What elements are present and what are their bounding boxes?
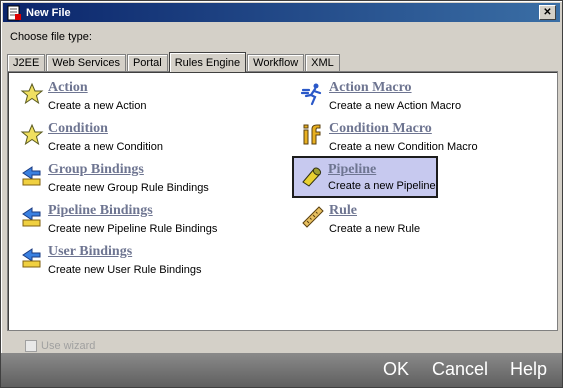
- file-type-name[interactable]: Rule: [329, 203, 357, 219]
- file-type-description: Create a new Action: [48, 100, 147, 112]
- file-type-name[interactable]: Action Macro: [329, 80, 412, 96]
- file-type-description: Create a new Pipeline: [328, 180, 436, 192]
- if-icon: [303, 124, 321, 145]
- new-file-dialog: New File ✕ Choose file type: J2EE Web Se…: [0, 0, 563, 388]
- star-icon: [20, 123, 44, 146]
- file-type-name[interactable]: Pipeline Bindings: [48, 203, 153, 219]
- button-bar: OK Cancel Help: [1, 353, 562, 387]
- window-title: New File: [26, 6, 71, 19]
- help-button[interactable]: Help: [510, 359, 547, 380]
- file-type-name[interactable]: Pipeline: [328, 162, 376, 178]
- close-button[interactable]: ✕: [539, 5, 556, 20]
- file-type-description: Create a new Condition Macro: [329, 141, 478, 153]
- choose-file-type-label: Choose file type:: [10, 31, 92, 43]
- file-type-pipeline[interactable]: Pipeline Create a new Pipeline: [292, 156, 438, 198]
- star-icon: [20, 82, 44, 105]
- file-type-name[interactable]: Group Bindings: [48, 162, 144, 178]
- close-icon: ✕: [543, 7, 552, 18]
- bindings-arrow-icon: [22, 166, 41, 186]
- file-type-description: Create a new Rule: [329, 223, 421, 235]
- file-type-group-bindings[interactable]: Group Bindings Create new Group Rule Bin…: [14, 160, 254, 196]
- tab-workflow[interactable]: Workflow: [247, 54, 305, 71]
- tab-j2ee[interactable]: J2EE: [7, 54, 46, 71]
- file-type-name[interactable]: Action: [48, 80, 88, 96]
- pipe-icon: [302, 167, 322, 187]
- tab-rules-engine[interactable]: Rules Engine: [168, 52, 247, 72]
- file-type-action-macro[interactable]: Action Macro Create a new Action Macro: [295, 78, 535, 114]
- tab-web-services[interactable]: Web Services: [46, 54, 126, 71]
- running-figure-icon: [301, 83, 322, 106]
- file-type-name[interactable]: Condition: [48, 121, 108, 137]
- bindings-arrow-icon: [22, 248, 41, 268]
- file-type-description: Create a new Condition: [48, 141, 163, 153]
- file-type-panel: Action Create a new Action Condition Cre…: [7, 71, 558, 331]
- file-type-rule[interactable]: Rule Create a new Rule: [295, 201, 535, 237]
- file-type-condition-macro[interactable]: Condition Macro Create a new Condition M…: [295, 119, 535, 155]
- file-type-description: Create new Pipeline Rule Bindings: [48, 223, 218, 235]
- tab-portal[interactable]: Portal: [126, 54, 168, 71]
- file-type-action[interactable]: Action Create a new Action: [14, 78, 254, 114]
- ok-button[interactable]: OK: [383, 359, 409, 380]
- file-type-description: Create new Group Rule Bindings: [48, 182, 209, 194]
- file-type-description: Create new User Rule Bindings: [48, 264, 202, 276]
- new-file-app-icon: [7, 5, 21, 20]
- use-wizard-label: Use wizard: [41, 340, 96, 352]
- file-type-name[interactable]: User Bindings: [48, 244, 132, 260]
- file-type-condition[interactable]: Condition Create a new Condition: [14, 119, 254, 155]
- bindings-arrow-icon: [22, 207, 41, 227]
- tab-xml[interactable]: XML: [305, 54, 340, 71]
- file-type-description: Create a new Action Macro: [329, 100, 462, 112]
- file-type-name[interactable]: Condition Macro: [329, 121, 432, 137]
- cancel-button[interactable]: Cancel: [432, 359, 488, 380]
- tab-strip: J2EE Web Services Portal Rules Engine Wo…: [7, 51, 341, 72]
- file-type-user-bindings[interactable]: User Bindings Create new User Rule Bindi…: [14, 242, 254, 278]
- use-wizard-checkbox[interactable]: Use wizard: [25, 340, 95, 352]
- file-type-pipeline-bindings[interactable]: Pipeline Bindings Create new Pipeline Ru…: [14, 201, 254, 237]
- checkbox-box[interactable]: [25, 340, 37, 352]
- title-bar[interactable]: New File ✕: [3, 3, 560, 22]
- ruler-icon: [302, 206, 324, 228]
